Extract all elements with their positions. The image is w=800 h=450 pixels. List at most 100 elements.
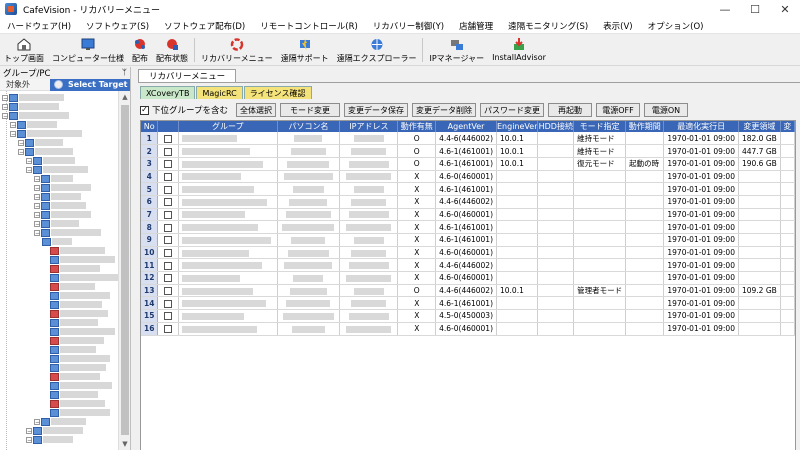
- tree-node[interactable]: [50, 255, 115, 264]
- row-checkbox[interactable]: [164, 325, 173, 334]
- expand-icon[interactable]: −: [34, 193, 40, 200]
- expand-icon[interactable]: −: [2, 94, 8, 101]
- tab-xcoverytb[interactable]: XCoveryTB: [140, 86, 196, 99]
- tree-node[interactable]: [50, 336, 104, 345]
- table-row[interactable]: 1 O 4.4-6(446002) 10.0.1 維持モード 1970-01-01 09:…: [141, 132, 795, 146]
- tree-node[interactable]: −: [26, 165, 88, 174]
- expand-icon[interactable]: −: [34, 202, 40, 209]
- toolbar-remote-explorer-button[interactable]: 遠隔エクスプローラー: [333, 35, 421, 65]
- table-row[interactable]: 15 X 4.5-0(450003) 1970-01-01 09:00: [141, 309, 795, 323]
- select-all-button[interactable]: 全体選択: [236, 103, 276, 117]
- table-row[interactable]: 14 X 4.6-1(461001) 1970-01-01 09:00: [141, 296, 795, 311]
- maximize-button[interactable]: ☐: [740, 0, 770, 18]
- table-row[interactable]: 8 X 4.6-1(461001) 1970-01-01 09:00: [141, 220, 795, 234]
- menu-remote-control[interactable]: リモートコントロール(R): [253, 20, 366, 32]
- toolbar-distribute-status-button[interactable]: 配布状態: [152, 35, 192, 65]
- toolbar-ip-manager-button[interactable]: IPマネージャー: [425, 35, 488, 65]
- tree-node[interactable]: −: [34, 183, 91, 192]
- menu-view[interactable]: 表示(V): [596, 20, 640, 32]
- tree-node[interactable]: [50, 246, 105, 255]
- expand-icon[interactable]: −: [10, 130, 16, 137]
- row-checkbox[interactable]: [164, 172, 173, 181]
- row-checkbox[interactable]: [164, 185, 173, 194]
- table-row[interactable]: 4 X 4.6-0(460001) 1970-01-01 09:00: [141, 170, 795, 184]
- column-header[interactable]: モード指定: [573, 121, 627, 132]
- change-password-button[interactable]: パスワード変更: [480, 103, 544, 117]
- column-header[interactable]: パソコン名: [277, 121, 341, 132]
- menu-recovery-control[interactable]: リカバリー制御(Y): [366, 20, 452, 32]
- expand-icon[interactable]: −: [2, 112, 8, 119]
- pin-icon[interactable]: ᛘ: [122, 68, 127, 78]
- table-row[interactable]: 12 X 4.6-0(460001) 1970-01-01 09:00: [141, 271, 795, 285]
- column-header[interactable]: 変: [780, 121, 795, 132]
- tree-node[interactable]: −: [34, 174, 73, 183]
- row-checkbox[interactable]: [164, 134, 173, 143]
- row-checkbox[interactable]: [164, 223, 173, 232]
- menu-hardware[interactable]: ハードウェア(H): [0, 20, 79, 32]
- expand-icon[interactable]: −: [26, 436, 32, 443]
- tree-node[interactable]: [50, 273, 118, 282]
- expand-icon[interactable]: −: [34, 229, 40, 236]
- row-select-cell[interactable]: [157, 170, 179, 184]
- tree-node[interactable]: [50, 381, 112, 390]
- column-header[interactable]: IPアドレス: [339, 121, 399, 132]
- toolbar-install-advisor-button[interactable]: InstallAdvisor: [488, 35, 550, 65]
- select-target-tab[interactable]: Select Target: [50, 78, 130, 91]
- close-button[interactable]: ✕: [770, 0, 800, 18]
- row-checkbox[interactable]: [164, 312, 173, 321]
- menu-software[interactable]: ソフトウェア(S): [79, 20, 157, 32]
- row-checkbox[interactable]: [164, 287, 173, 296]
- column-header[interactable]: [157, 121, 179, 132]
- toolbar-home-button[interactable]: トップ画面: [0, 35, 48, 65]
- row-select-cell[interactable]: [157, 258, 179, 273]
- tree-node[interactable]: −: [26, 426, 83, 435]
- table-row[interactable]: 2 O 4.6-1(461001) 10.0.1 維持モード 1970-01-01 09:…: [141, 144, 795, 158]
- table-row[interactable]: 11 X 4.4-6(446002) 1970-01-01 09:00: [141, 258, 795, 273]
- scroll-up-icon[interactable]: ▲: [119, 91, 131, 103]
- tree-node[interactable]: −: [10, 120, 57, 129]
- row-select-cell[interactable]: [157, 309, 179, 323]
- expand-icon[interactable]: −: [10, 121, 16, 128]
- tree-node[interactable]: −: [26, 435, 73, 444]
- table-row[interactable]: 5 X 4.6-1(461001) 1970-01-01 09:00: [141, 182, 795, 196]
- row-select-cell[interactable]: [157, 132, 179, 146]
- tree-node[interactable]: −: [34, 417, 86, 426]
- save-changes-button[interactable]: 変更データ保存: [344, 103, 408, 117]
- tree-scrollbar[interactable]: ▲ ▼: [118, 91, 130, 450]
- tree-node[interactable]: [50, 300, 102, 309]
- row-select-cell[interactable]: [157, 208, 179, 222]
- menu-remote-monitoring[interactable]: 遠隔モニタリング(S): [501, 20, 596, 32]
- row-select-cell[interactable]: [157, 195, 179, 209]
- column-header[interactable]: 最適化実行日: [663, 121, 739, 132]
- row-select-cell[interactable]: [157, 296, 179, 311]
- row-checkbox[interactable]: [164, 210, 173, 219]
- tree-node[interactable]: −: [34, 201, 86, 210]
- tree-node[interactable]: −: [18, 138, 63, 147]
- expand-icon[interactable]: −: [34, 220, 40, 227]
- tree-node[interactable]: [50, 408, 110, 417]
- table-row[interactable]: 7 X 4.6-0(460001) 1970-01-01 09:00: [141, 208, 795, 222]
- tab-magicrc[interactable]: MagicRC: [196, 86, 243, 99]
- column-header[interactable]: 動作有無: [397, 121, 437, 132]
- tree-node[interactable]: −: [34, 219, 79, 228]
- row-checkbox[interactable]: [164, 261, 173, 270]
- row-checkbox[interactable]: [164, 299, 173, 308]
- tree-node[interactable]: −: [2, 102, 59, 111]
- menu-options[interactable]: オプション(O): [641, 20, 712, 32]
- column-header[interactable]: EngineVer: [496, 121, 539, 132]
- expand-icon[interactable]: −: [34, 211, 40, 218]
- toolbar-distribute-button[interactable]: 配布: [128, 35, 152, 65]
- expand-icon[interactable]: −: [26, 427, 32, 434]
- column-header[interactable]: 動作期間: [625, 121, 665, 132]
- row-select-cell[interactable]: [157, 157, 179, 171]
- tree-node[interactable]: [50, 291, 110, 300]
- tree-node[interactable]: [50, 309, 108, 318]
- row-select-cell[interactable]: [157, 233, 179, 247]
- toolbar-remote-support-button[interactable]: 遠隔サポート: [277, 35, 333, 65]
- row-checkbox[interactable]: [164, 160, 173, 169]
- scroll-thumb[interactable]: [121, 105, 129, 435]
- table-row[interactable]: 10 X 4.6-0(460001) 1970-01-01 09:00: [141, 246, 795, 260]
- tree-node[interactable]: [50, 354, 110, 363]
- refresh-icon[interactable]: [54, 80, 63, 89]
- expand-icon[interactable]: −: [34, 175, 40, 182]
